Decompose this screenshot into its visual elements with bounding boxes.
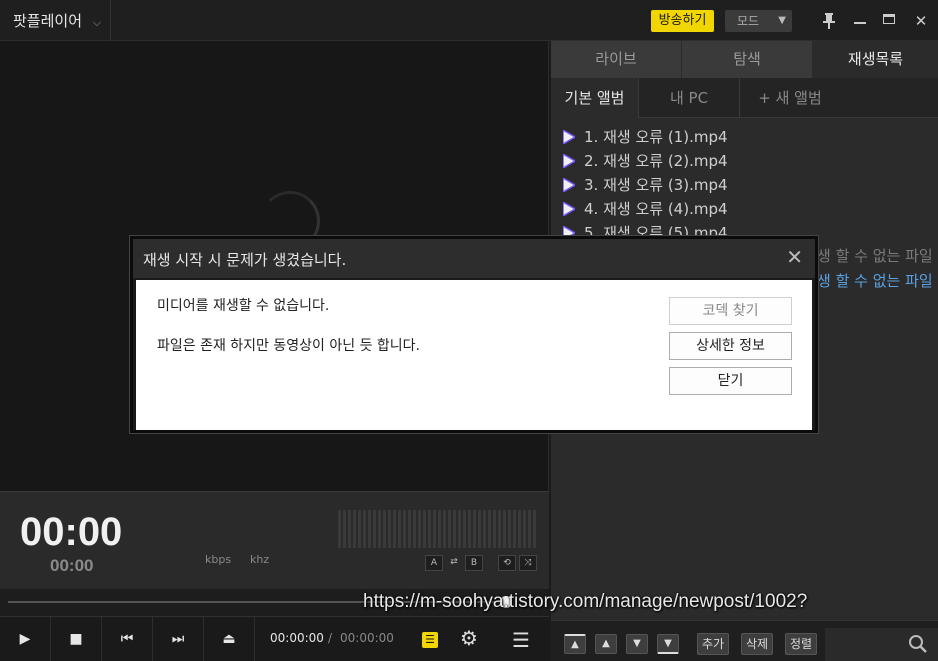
next-button[interactable]: ⏭ bbox=[153, 617, 204, 661]
tab-playlist[interactable]: 재생목록 bbox=[813, 41, 938, 78]
minimize-button[interactable] bbox=[849, 10, 871, 32]
elapsed-time: 00:00 bbox=[20, 510, 123, 554]
play-button[interactable]: ▶ bbox=[0, 617, 51, 661]
dialog-message: 미디어를 재생할 수 없습니다. bbox=[157, 298, 330, 314]
samplerate-label: khz bbox=[250, 553, 270, 566]
time-separator: / bbox=[328, 631, 333, 645]
dialog-message-detail: 파일은 존재 하지만 동영상이 아닌 듯 합니다. bbox=[157, 338, 420, 354]
list-item[interactable]: 4. 재생 오류 (4).mp4 bbox=[551, 197, 938, 221]
url-watermark: https://m-soohya.tistory.com/manage/newp… bbox=[363, 591, 808, 612]
stop-button[interactable]: ■ bbox=[51, 617, 102, 661]
control-bar: ▶ ■ ⏮ ⏭ ⏏ 00:00:00 / 00:00:00 ☰ ⚙ ☰ bbox=[0, 616, 549, 661]
previous-button[interactable]: ⏮ bbox=[102, 617, 153, 661]
main-tabs: 라이브 탐색 재생목록 bbox=[551, 41, 938, 78]
list-item-label: 2. 재생 오류 (2).mp4 bbox=[584, 152, 728, 170]
dialog-title: 재생 시작 시 문제가 생겼습니다. bbox=[143, 251, 347, 269]
dialog-body: 미디어를 재생할 수 없습니다. 파일은 존재 하지만 동영상이 아닌 듯 합니… bbox=[136, 280, 812, 430]
add-button[interactable]: 추가 bbox=[697, 633, 729, 655]
eject-button[interactable]: ⏏ bbox=[204, 617, 255, 661]
move-top-button[interactable]: ▲ bbox=[564, 634, 586, 654]
total-time: 00:00:00 bbox=[340, 631, 394, 645]
list-item-label: 3. 재생 오류 (3).mp4 bbox=[584, 176, 728, 194]
playlist: 1. 재생 오류 (1).mp4 2. 재생 오류 (2).mp4 3. 재생 … bbox=[551, 125, 938, 245]
new-album-button[interactable]: + 새 앨범 bbox=[740, 78, 840, 118]
maximize-button[interactable] bbox=[878, 10, 900, 32]
move-down-button[interactable]: ▼ bbox=[626, 634, 648, 654]
app-menu-button[interactable]: 팟플레이어 ⌵ bbox=[0, 0, 111, 41]
move-bottom-button[interactable]: ▼ bbox=[657, 634, 679, 654]
repeat-icon[interactable]: ⟲ bbox=[498, 555, 516, 571]
play-file-icon bbox=[563, 130, 575, 144]
playlist-toolbar: ▲ ▲ ▼ ▼ 추가 삭제 정렬 bbox=[551, 620, 938, 661]
ab-repeat-b-button[interactable]: B bbox=[465, 555, 483, 571]
mode-label: 모드 bbox=[737, 14, 760, 28]
close-icon[interactable]: ✕ bbox=[786, 245, 803, 269]
menu-icon[interactable]: ☰ bbox=[510, 629, 532, 651]
error-text-dim: 생 할 수 없는 파일 bbox=[817, 247, 933, 265]
title-bar: 팟플레이어 ⌵ 방송하기 모드 ▼ ✕ bbox=[0, 0, 938, 41]
bitrate-label: kbps bbox=[205, 553, 232, 566]
pin-icon[interactable] bbox=[818, 10, 840, 32]
sort-button[interactable]: 정렬 bbox=[785, 633, 817, 655]
move-up-button[interactable]: ▲ bbox=[595, 634, 617, 654]
album-tabs: 기본 앨범 내 PC + 새 앨범 bbox=[551, 78, 938, 118]
tab-live[interactable]: 라이브 bbox=[551, 41, 682, 78]
close-dialog-button[interactable]: 닫기 bbox=[669, 367, 792, 395]
mode-dropdown[interactable]: 모드 ▼ bbox=[725, 10, 792, 32]
search-input[interactable] bbox=[825, 628, 938, 661]
find-codec-button[interactable]: 코덱 찾기 bbox=[669, 297, 792, 325]
play-file-icon bbox=[563, 154, 575, 168]
tab-default-album[interactable]: 기본 앨범 bbox=[551, 78, 639, 118]
shuffle-icon[interactable]: ⤨ bbox=[519, 555, 537, 571]
details-button[interactable]: 상세한 정보 bbox=[669, 332, 792, 360]
ab-repeat-a-button[interactable]: A bbox=[425, 555, 443, 571]
list-item[interactable]: 3. 재생 오류 (3).mp4 bbox=[551, 173, 938, 197]
delete-button[interactable]: 삭제 bbox=[741, 633, 773, 655]
playlist-toggle-icon[interactable]: ☰ bbox=[422, 632, 438, 648]
dropdown-arrow-icon: ▼ bbox=[778, 15, 786, 26]
spectrum-visualizer bbox=[338, 510, 536, 548]
broadcast-button[interactable]: 방송하기 bbox=[651, 10, 714, 32]
list-item-label: 1. 재생 오류 (1).mp4 bbox=[584, 128, 728, 146]
remaining-time: 00:00 bbox=[50, 556, 94, 575]
chevron-down-icon: ⌵ bbox=[92, 16, 102, 29]
close-window-button[interactable]: ✕ bbox=[910, 10, 932, 32]
gear-icon[interactable]: ⚙ bbox=[458, 627, 480, 649]
tab-explore[interactable]: 탐색 bbox=[682, 41, 813, 78]
app-title: 팟플레이어 bbox=[13, 12, 83, 30]
error-text-link[interactable]: 생 할 수 없는 파일 bbox=[817, 270, 933, 291]
list-item-label: 4. 재생 오류 (4).mp4 bbox=[584, 200, 728, 218]
list-item[interactable]: 1. 재생 오류 (1).mp4 bbox=[551, 125, 938, 149]
ab-loop-icon[interactable]: ⇄ bbox=[445, 555, 463, 571]
info-panel: 00:00 00:00 kbps khz A ⇄ B ⟲ ⤨ bbox=[0, 491, 549, 589]
tab-my-pc[interactable]: 내 PC bbox=[639, 78, 740, 118]
search-icon[interactable] bbox=[908, 634, 928, 654]
play-file-icon bbox=[563, 202, 575, 216]
current-time: 00:00:00 bbox=[270, 631, 324, 645]
dialog-header: 재생 시작 시 문제가 생겼습니다. ✕ bbox=[133, 239, 815, 278]
list-item[interactable]: 2. 재생 오류 (2).mp4 bbox=[551, 149, 938, 173]
play-file-icon bbox=[563, 178, 575, 192]
error-dialog: 재생 시작 시 문제가 생겼습니다. ✕ 미디어를 재생할 수 없습니다. 파일… bbox=[130, 236, 818, 433]
